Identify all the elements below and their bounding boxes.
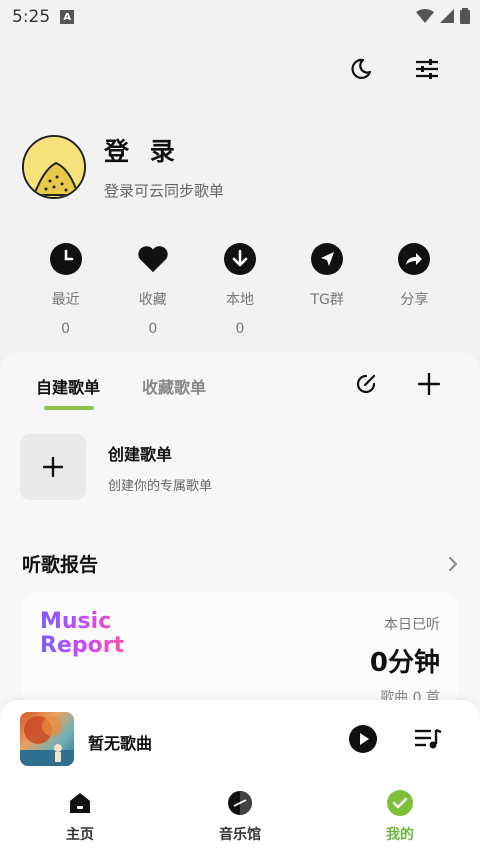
report-header[interactable]: 听歌报告 (22, 550, 458, 577)
login-subtitle: 登录可云同步歌单 (104, 182, 225, 200)
quick-count: 0 (61, 321, 71, 337)
music-report-logo: Music Report (40, 610, 124, 658)
quick-label: 最近 (51, 292, 80, 308)
status-time: 5:25 (12, 7, 51, 27)
quick-count: 0 (235, 321, 245, 337)
nav-label: 主页 (66, 827, 94, 843)
today-label: 本日已听 (384, 617, 440, 633)
telegram-icon (311, 243, 344, 275)
quick-item-tg-group[interactable]: TG群 (284, 243, 371, 337)
quick-item-recent[interactable]: 最近 0 (22, 243, 109, 337)
quick-label: TG群 (310, 292, 344, 308)
bottom-nav: 主页 音乐馆 我的 (0, 790, 480, 850)
panel-actions (354, 372, 440, 396)
avatar[interactable] (22, 134, 86, 199)
quick-count: 0 (148, 321, 158, 337)
report-title: 听歌报告 (22, 554, 99, 576)
add-icon[interactable] (418, 373, 440, 395)
quick-actions: 最近 0 收藏 0 本地 0 TG群 分享 (22, 243, 458, 337)
home-icon (70, 793, 90, 813)
heart-icon (137, 243, 169, 275)
quick-item-share[interactable]: 分享 (371, 243, 458, 337)
plus-icon (43, 457, 63, 477)
status-bar: 5:25 A (0, 0, 480, 34)
player-actions (348, 724, 442, 754)
quick-item-favorites[interactable]: 收藏 0 (109, 243, 196, 337)
nav-label: 音乐馆 (219, 827, 261, 843)
edit-icon[interactable] (354, 372, 378, 396)
quick-label: 分享 (400, 292, 429, 308)
report-card[interactable]: Music Report 本日已听 0分钟 歌曲 0 首 (22, 592, 458, 712)
download-icon (224, 243, 256, 275)
create-playlist-title: 创建歌单 (108, 444, 173, 464)
tab-created-playlists[interactable]: 自建歌单 (36, 374, 100, 398)
create-playlist-subtitle: 创建你的专属歌单 (108, 478, 213, 494)
report-stats: 本日已听 0分钟 歌曲 0 首 (370, 614, 440, 707)
album-art (20, 716, 74, 766)
nav-label: 我的 (386, 827, 414, 843)
create-playlist-button[interactable] (20, 434, 86, 500)
nav-music-hall[interactable]: 音乐馆 (200, 790, 280, 844)
dark-mode-button[interactable] (348, 56, 374, 82)
create-playlist-row[interactable]: 创建歌单 创建你的专属歌单 (20, 434, 212, 500)
quick-label: 本地 (226, 292, 254, 308)
music-hall-icon (228, 791, 252, 815)
profile-text: 登 录 登录可云同步歌单 (104, 132, 224, 201)
quick-label: 收藏 (138, 292, 167, 308)
player-title: 暂无歌曲 (88, 734, 153, 753)
avatar-image (24, 136, 84, 197)
sliders-icon (416, 59, 438, 79)
create-playlist-text: 创建歌单 创建你的专属歌单 (108, 441, 212, 494)
tab-underline (44, 406, 94, 410)
chevron-right-icon[interactable] (448, 556, 458, 572)
wifi-icon (416, 9, 434, 23)
logo-line-1: Music (40, 609, 112, 634)
nav-home[interactable]: 主页 (40, 790, 120, 844)
mini-player: 暂无歌曲 主页 音乐馆 我的 (0, 700, 480, 853)
nav-mine[interactable]: 我的 (360, 790, 440, 844)
top-actions (348, 56, 440, 82)
status-icons (416, 8, 470, 24)
playlist-icon[interactable] (414, 728, 442, 750)
album-cover[interactable] (20, 712, 74, 766)
logo-line-2: Report (40, 633, 125, 658)
status-badge: A (60, 10, 75, 24)
login-title[interactable]: 登 录 (104, 132, 224, 168)
moon-icon (351, 58, 372, 79)
today-value: 0分钟 (369, 648, 440, 678)
profile-section[interactable]: 登 录 登录可云同步歌单 (22, 132, 224, 201)
mine-icon (387, 790, 413, 816)
settings-button[interactable] (414, 56, 440, 82)
share-icon (398, 243, 431, 275)
playlist-tabs: 自建歌单 收藏歌单 (36, 374, 206, 398)
quick-item-local[interactable]: 本地 0 (196, 243, 283, 337)
signal-icon (440, 9, 454, 23)
battery-icon (460, 8, 470, 24)
play-icon[interactable] (348, 724, 378, 754)
clock-icon (49, 243, 82, 275)
tab-collected-playlists[interactable]: 收藏歌单 (142, 374, 206, 398)
